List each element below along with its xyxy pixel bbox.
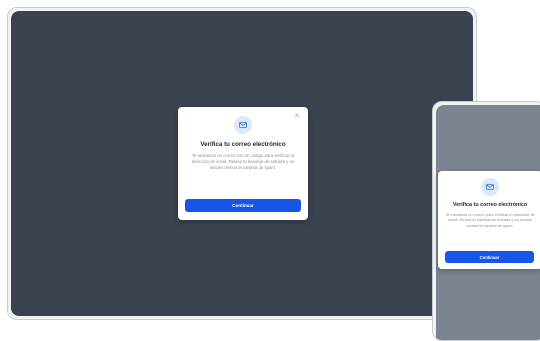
dialog-title: Verifica tu correo electrónico xyxy=(200,141,286,148)
continue-button[interactable]: Continuar xyxy=(185,199,301,212)
verify-email-dialog-desktop: × Verifica tu correo electrónico Te envi… xyxy=(178,107,308,220)
close-icon[interactable]: × xyxy=(293,112,301,120)
verify-email-dialog-mobile: Verifica tu correo electrónico Te enviam… xyxy=(438,171,540,269)
mail-icon xyxy=(481,178,499,196)
continue-button[interactable]: Continuar xyxy=(445,251,534,263)
mail-icon xyxy=(234,116,252,134)
dialog-message: Te enviamos un correo con un código para… xyxy=(191,153,295,170)
dialog-message: Te enviamos un correo para verificar tu … xyxy=(445,212,535,228)
dialog-title: Verifica tu correo electrónico xyxy=(452,202,528,208)
